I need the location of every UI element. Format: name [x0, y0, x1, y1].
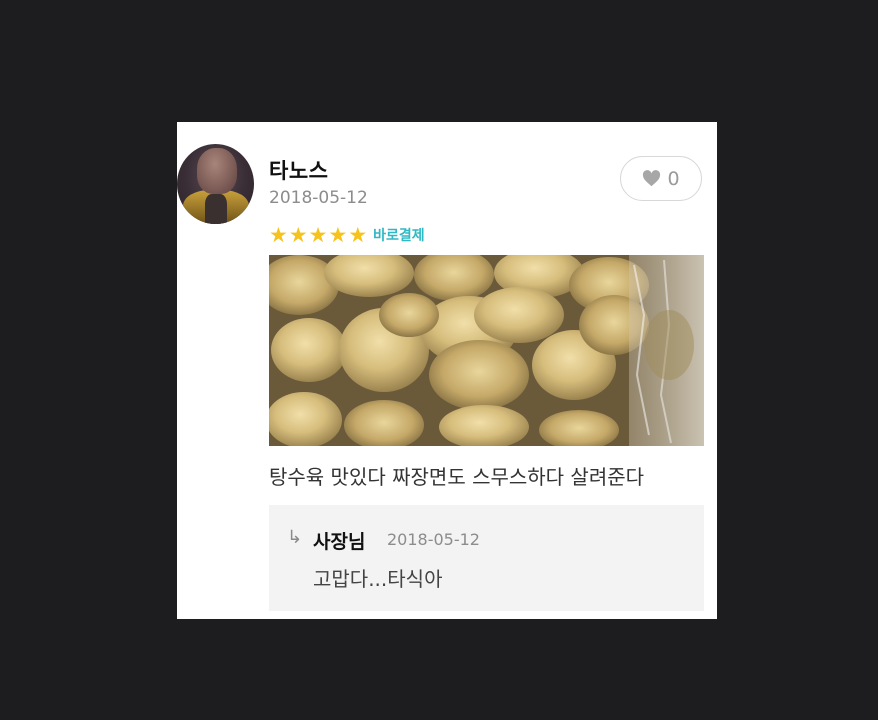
like-count: 0	[667, 167, 680, 190]
avatar-head-shape	[197, 148, 237, 194]
star-icon: ★	[328, 223, 348, 247]
reply-date: 2018-05-12	[387, 530, 480, 549]
star-rating: ★ ★ ★ ★ ★	[269, 224, 367, 246]
star-icon: ★	[308, 223, 328, 247]
reply-author: 사장님	[313, 531, 366, 553]
review-username[interactable]: 타노스	[269, 155, 328, 185]
user-avatar[interactable]	[177, 144, 254, 224]
review-date: 2018-05-12	[269, 188, 368, 208]
avatar-armor-center	[205, 194, 227, 224]
purchase-badge: 바로결제	[373, 228, 425, 244]
reply-arrow-icon: ↳	[287, 527, 303, 548]
review-photo[interactable]	[269, 255, 704, 446]
owner-reply: ↳ 사장님 2018-05-12 고맙다...타식아	[269, 505, 704, 611]
reply-text: 고맙다...타식아	[313, 567, 443, 591]
star-icon: ★	[288, 223, 308, 247]
star-icon: ★	[269, 223, 288, 247]
review-card: 타노스 2018-05-12 0 ★ ★ ★ ★ ★ 바로결제 탕수육 맛있다 …	[177, 122, 717, 619]
like-button[interactable]: 0	[620, 156, 702, 201]
star-icon: ★	[348, 223, 368, 247]
rating-row: ★ ★ ★ ★ ★ 바로결제	[269, 223, 425, 247]
review-text: 탕수육 맛있다 짜장면도 스무스하다 살려준다	[269, 465, 645, 489]
heart-icon	[642, 170, 661, 187]
